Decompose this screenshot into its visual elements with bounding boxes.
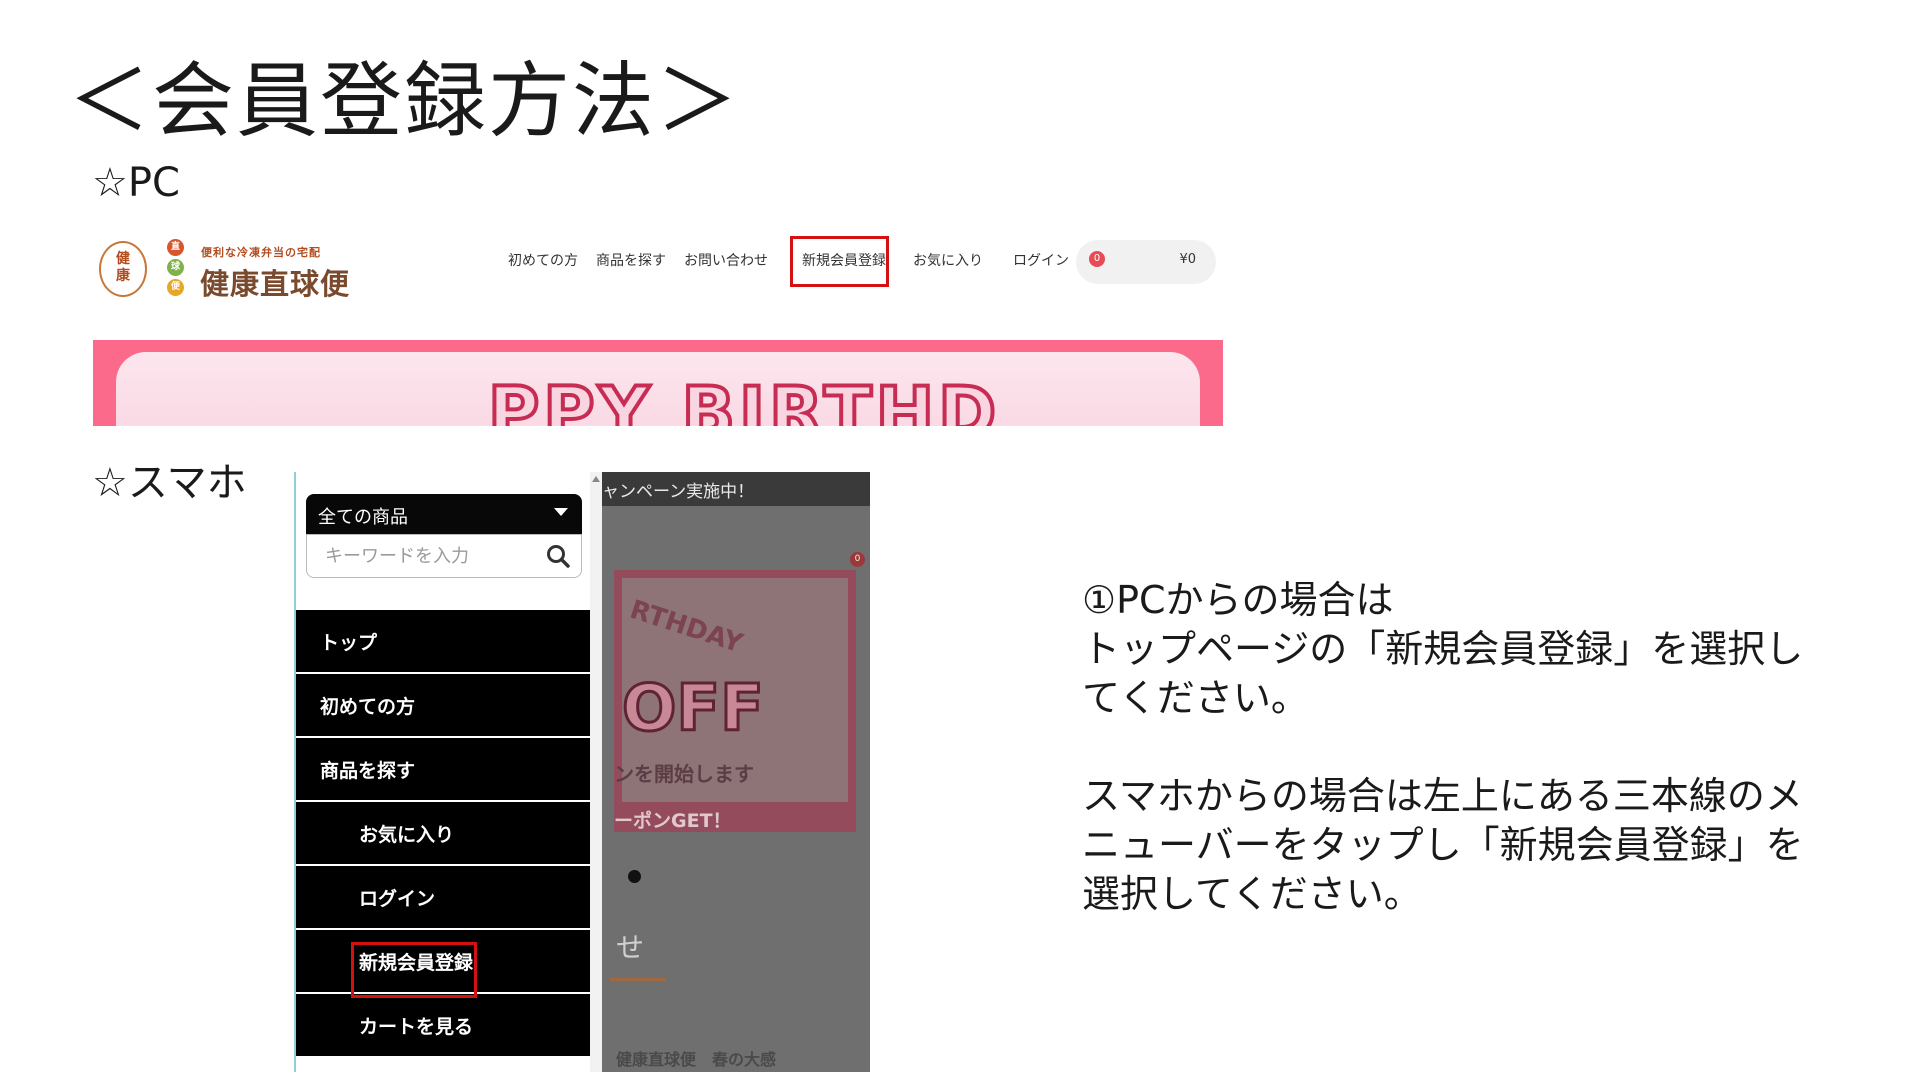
campaign-text: ャンペーン実施中！	[602, 482, 755, 502]
logo-dot: 便	[167, 279, 184, 296]
logo-dot: 球	[167, 259, 184, 276]
sp-banner-start: ンを開始します	[614, 762, 754, 786]
sp-cart-badge: 0	[850, 552, 865, 567]
sp-menu-item-find-products[interactable]: 商品を探す	[296, 738, 590, 802]
sp-menu-item-label: お気に入り	[359, 824, 455, 846]
sp-menu-item-label: カートを見る	[359, 1016, 474, 1038]
banner-text: PPY BIRTHD	[486, 370, 1001, 426]
search-icon[interactable]	[545, 543, 571, 569]
instruction-line: 選択してください。	[1082, 872, 1422, 916]
sp-menu-item-login[interactable]: ログイン	[296, 866, 590, 930]
cart-count-badge: 0	[1089, 251, 1105, 267]
nav-find-products[interactable]: 商品を探す	[596, 250, 666, 270]
nav-favorites[interactable]: お気に入り	[913, 250, 983, 270]
instructions: ①PCからの場合は トップページの「新規会員登録」を選択し てください。 スマホ…	[1082, 576, 1862, 919]
sp-menu-item-favorites[interactable]: お気に入り	[296, 802, 590, 866]
logo-tagline: 便利な冷凍弁当の宅配	[201, 246, 321, 259]
pc-site-header: 健康 直 球 便 便利な冷凍弁当の宅配 健康直球便 初めての方 商品を探す お問…	[93, 226, 1223, 338]
scrollbar[interactable]	[590, 472, 602, 1072]
logo-emblem-text: 健康	[116, 251, 130, 284]
pc-site-screenshot: 健康 直 球 便 便利な冷凍弁当の宅配 健康直球便 初めての方 商品を探す お問…	[93, 226, 1223, 426]
category-select-value: 全ての商品	[318, 507, 408, 528]
category-select[interactable]: 全ての商品	[306, 494, 582, 534]
sp-drawer-menu: 全ての商品 トップ 初めての方 商品を探す お気に入り ログイン 新規会員登録 …	[294, 472, 590, 1072]
sp-menu-item-label: 商品を探す	[320, 760, 416, 782]
logo-emblem: 健康	[99, 241, 147, 297]
smartphone-site-screenshot: ャンペーン実施中！ 0 RTHDAY OFF ンを開始します ーポンGET！ せ…	[294, 472, 870, 1072]
site-logo[interactable]: 健康 直 球 便 便利な冷凍弁当の宅配 健康直球便	[99, 234, 369, 304]
sp-section-heading: せ	[616, 931, 645, 964]
sp-menu-item-label: トップ	[320, 632, 378, 654]
sp-search-box	[306, 534, 582, 578]
nav-contact[interactable]: お問い合わせ	[684, 250, 768, 270]
sp-menu-item-label: ログイン	[359, 888, 436, 910]
sp-footer-text: 健康直球便 春の大感	[616, 1050, 777, 1069]
cart-total: ¥0	[1179, 252, 1196, 267]
chevron-down-icon	[554, 508, 568, 516]
pc-hero-banner[interactable]: PPY BIRTHD	[93, 340, 1223, 426]
carousel-indicator[interactable]	[628, 870, 641, 883]
instruction-line: ニューバーをタップし「新規会員登録」を	[1082, 823, 1804, 867]
sp-new-registration-highlight	[351, 942, 477, 998]
cart-button[interactable]: 0 ¥0	[1076, 240, 1216, 284]
instruction-line: てください。	[1082, 676, 1309, 720]
sp-banner-off: OFF	[621, 671, 766, 748]
sp-menu-item-top[interactable]: トップ	[296, 610, 590, 674]
sp-menu-item-label: 初めての方	[320, 696, 416, 718]
sp-banner-coupon: ーポンGET！	[614, 810, 732, 832]
pc-section-label: ☆PC	[92, 160, 180, 206]
sp-menu-item-first-time[interactable]: 初めての方	[296, 674, 590, 738]
search-input[interactable]	[313, 541, 533, 571]
instruction-line: ①PCからの場合は	[1082, 578, 1394, 622]
nav-first-time[interactable]: 初めての方	[508, 250, 578, 270]
sp-section-underline	[610, 978, 666, 981]
smartphone-section-label: ☆スマホ	[92, 460, 247, 506]
instruction-line: トップページの「新規会員登録」を選択し	[1082, 627, 1804, 671]
logo-dot: 直	[167, 239, 184, 256]
chevron-up-icon[interactable]	[592, 476, 600, 482]
logo-name: 健康直球便	[200, 267, 351, 301]
sp-hero-banner[interactable]: RTHDAY OFF ンを開始します ーポンGET！	[614, 570, 856, 832]
nav-login[interactable]: ログイン	[1013, 250, 1069, 270]
instruction-line: スマホからの場合は左上にある三本線のメ	[1082, 774, 1803, 818]
slide-title: ＜会員登録方法＞	[68, 54, 741, 149]
new-registration-highlight	[790, 236, 889, 287]
sp-menu-item-view-cart[interactable]: カートを見る	[296, 994, 590, 1058]
